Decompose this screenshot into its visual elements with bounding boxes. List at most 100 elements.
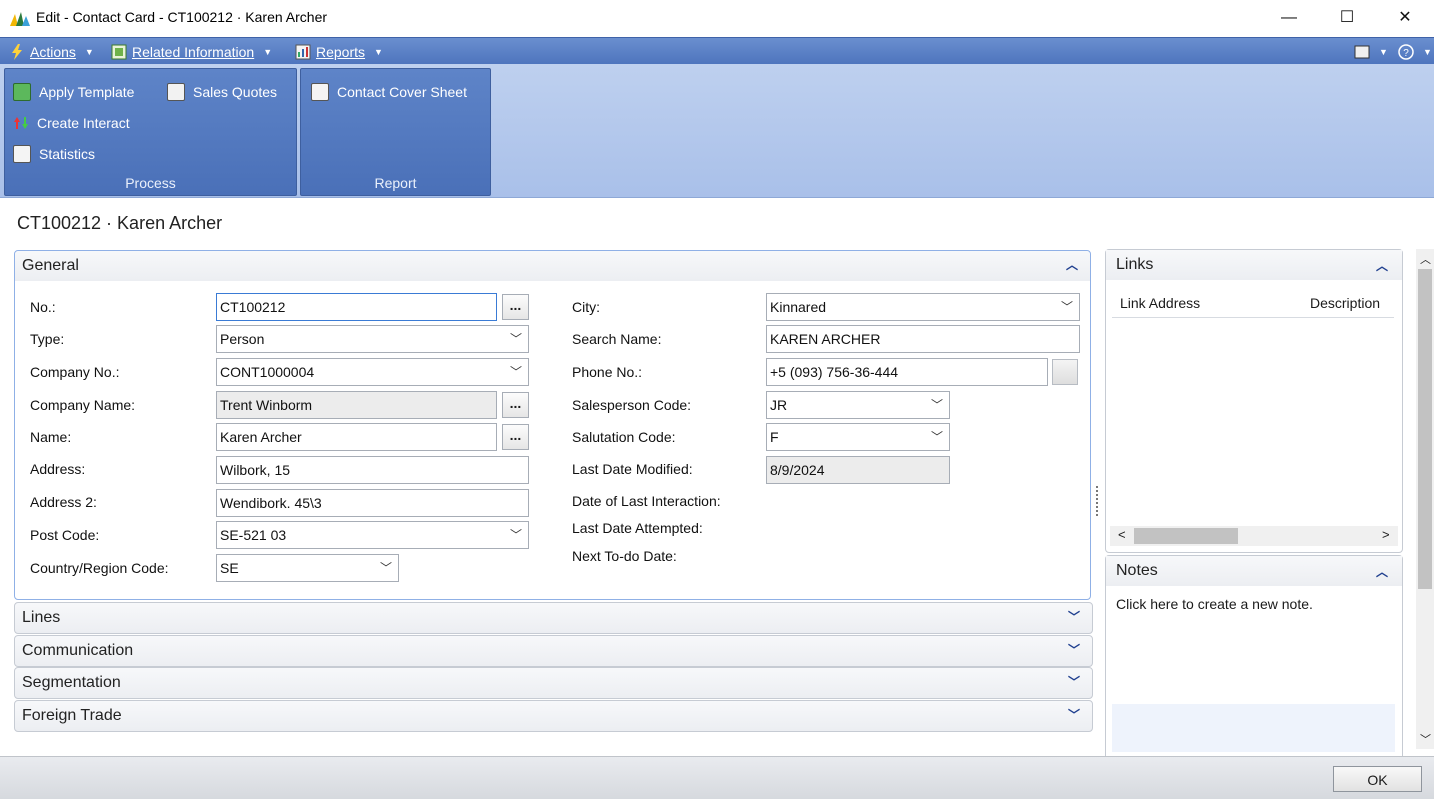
chevron-down-icon[interactable]: ﹀ (1068, 641, 1080, 658)
report-group: Contact Cover Sheet Report (300, 68, 491, 196)
window-title: Edit - Contact Card - CT100212 · Karen A… (36, 9, 328, 25)
dropdown-arrow-icon[interactable]: ﹀ (931, 424, 943, 450)
sales-quotes-button[interactable]: Sales Quotes (167, 81, 277, 103)
general-title: General (22, 257, 79, 274)
dropdown-arrow-icon[interactable]: ﹀ (1061, 294, 1073, 320)
contact-cover-sheet-button[interactable]: Contact Cover Sheet (311, 81, 467, 103)
address-2-field[interactable]: Wendibork. 45\3 (216, 489, 529, 517)
search-name-value: KAREN ARCHER (770, 331, 881, 347)
chevron-up-icon[interactable]: ︿ (1376, 563, 1388, 580)
foreign-trade-fasttab[interactable]: Foreign Trade ﹀ (14, 700, 1093, 732)
menu-bar: Actions ▼ Related Information ▼ Reports ▼ ▼… (0, 37, 1434, 65)
layout-menu[interactable]: ▼ (1354, 42, 1388, 62)
country-region-code-field[interactable]: SE ﹀ (216, 554, 399, 582)
lines-fasttab[interactable]: Lines ﹀ (14, 602, 1093, 634)
chevron-up-icon[interactable]: ︿ (1066, 256, 1078, 273)
no-label: No.: (30, 299, 56, 315)
link-address-column[interactable]: Link Address (1120, 295, 1200, 311)
scroll-right-icon[interactable]: > (1382, 527, 1390, 542)
phone-no-value: +5 (093) 756-36-444 (770, 364, 899, 380)
type-field[interactable]: Person ﹀ (216, 325, 529, 353)
links-hscrollbar[interactable]: < > (1110, 526, 1398, 546)
contact-cover-sheet-label: Contact Cover Sheet (337, 84, 467, 100)
segmentation-fasttab[interactable]: Segmentation ﹀ (14, 667, 1093, 699)
links-header[interactable]: Links ︿ (1106, 250, 1402, 280)
chevron-up-icon[interactable]: ︿ (1376, 257, 1388, 274)
dropdown-arrow-icon[interactable]: ﹀ (510, 326, 522, 352)
chevron-down-icon: ▼ (1379, 47, 1388, 57)
chevron-down-icon: ▼ (84, 47, 94, 57)
apply-template-icon (13, 83, 31, 101)
segmentation-title: Segmentation (22, 674, 121, 691)
reports-menu[interactable]: Reports ▼ (295, 42, 383, 62)
links-factbox: Links ︿ Link Address Description < > (1105, 249, 1403, 553)
city-field[interactable]: Kinnared ﹀ (766, 293, 1080, 321)
chevron-down-icon: ▼ (374, 47, 383, 57)
city-value: Kinnared (770, 299, 827, 315)
note-input-area[interactable] (1112, 704, 1395, 752)
phone-no-field[interactable]: +5 (093) 756-36-444 (766, 358, 1048, 386)
ribbon: Apply Template Sales Quotes Create Inter… (0, 64, 1434, 198)
apply-template-button[interactable]: Apply Template (13, 81, 134, 103)
scroll-up-icon[interactable]: ︿ (1420, 251, 1431, 267)
name-assist-button[interactable]: ... (502, 424, 529, 450)
post-code-field[interactable]: SE-521 03 ﹀ (216, 521, 529, 549)
minimize-button[interactable]: — (1260, 0, 1318, 36)
search-name-label: Search Name: (572, 331, 662, 347)
next-to-do-date-label: Next To-do Date: (572, 548, 677, 564)
splitter-handle[interactable] (1096, 486, 1102, 516)
company-name-assist-button[interactable]: ... (502, 392, 529, 418)
no-assist-button[interactable]: ... (502, 294, 529, 320)
dropdown-arrow-icon[interactable]: ﹀ (510, 359, 522, 385)
communication-fasttab[interactable]: Communication ﹀ (14, 635, 1093, 667)
close-button[interactable]: ✕ (1376, 0, 1434, 36)
sales-quotes-label: Sales Quotes (193, 84, 278, 100)
related-information-menu[interactable]: Related Information ▼ (111, 42, 272, 62)
dropdown-arrow-icon[interactable]: ﹀ (380, 555, 392, 581)
company-no-field[interactable]: CONT1000004 ﹀ (216, 358, 529, 386)
company-name-value: Trent Winborm (220, 397, 313, 413)
chevron-down-icon[interactable]: ﹀ (1068, 608, 1080, 625)
vscroll-thumb[interactable] (1418, 269, 1432, 589)
help-menu[interactable]: ? ▼ (1398, 42, 1432, 62)
chevron-down-icon[interactable]: ﹀ (1068, 673, 1080, 690)
maximize-button[interactable]: ☐ (1318, 0, 1376, 36)
salutation-code-field[interactable]: F ﹀ (766, 423, 950, 451)
statistics-icon (13, 145, 31, 163)
call-phone-icon[interactable] (1052, 359, 1078, 385)
address-label: Address: (30, 461, 86, 477)
bottom-bar (0, 756, 1434, 799)
dropdown-arrow-icon[interactable]: ﹀ (931, 392, 943, 418)
page-vscrollbar[interactable]: ︿ ﹀ (1416, 249, 1434, 749)
dropdown-arrow-icon[interactable]: ﹀ (510, 522, 522, 548)
actions-menu[interactable]: Actions ▼ (9, 42, 94, 62)
dynamics-logo-icon (10, 12, 30, 26)
title-bar: Edit - Contact Card - CT100212 · Karen A… (0, 0, 1434, 37)
general-header[interactable]: General ︿ (15, 251, 1090, 281)
salesperson-code-field[interactable]: JR ﹀ (766, 391, 950, 419)
notes-header[interactable]: Notes ︿ (1106, 556, 1402, 586)
scroll-thumb[interactable] (1134, 528, 1238, 544)
svg-text:?: ? (1403, 48, 1409, 59)
address-field[interactable]: Wilbork, 15 (216, 456, 529, 484)
no-field[interactable]: CT100212 (216, 293, 497, 321)
scroll-down-icon[interactable]: ﹀ (1420, 731, 1431, 747)
create-interact-button[interactable]: Create Interact (13, 112, 130, 134)
scroll-left-icon[interactable]: < (1118, 527, 1126, 542)
help-icon: ? (1398, 44, 1414, 60)
report-icon (311, 83, 329, 101)
create-interact-label: Create Interact (37, 115, 130, 131)
phone-no-label: Phone No.: (572, 364, 643, 380)
post-code-value: SE-521 03 (220, 527, 287, 543)
create-note-link[interactable]: Click here to create a new note. (1116, 596, 1313, 612)
search-name-field[interactable]: KAREN ARCHER (766, 325, 1080, 353)
type-label: Type: (30, 331, 65, 347)
foreign-trade-title: Foreign Trade (22, 707, 122, 724)
statistics-button[interactable]: Statistics (13, 143, 95, 165)
statistics-label: Statistics (39, 146, 96, 162)
last-date-modified-label: Last Date Modified: (572, 461, 693, 477)
name-field[interactable]: Karen Archer (216, 423, 497, 451)
description-column[interactable]: Description (1310, 295, 1380, 311)
ok-button[interactable]: OK (1333, 766, 1422, 792)
chevron-down-icon[interactable]: ﹀ (1068, 706, 1080, 723)
